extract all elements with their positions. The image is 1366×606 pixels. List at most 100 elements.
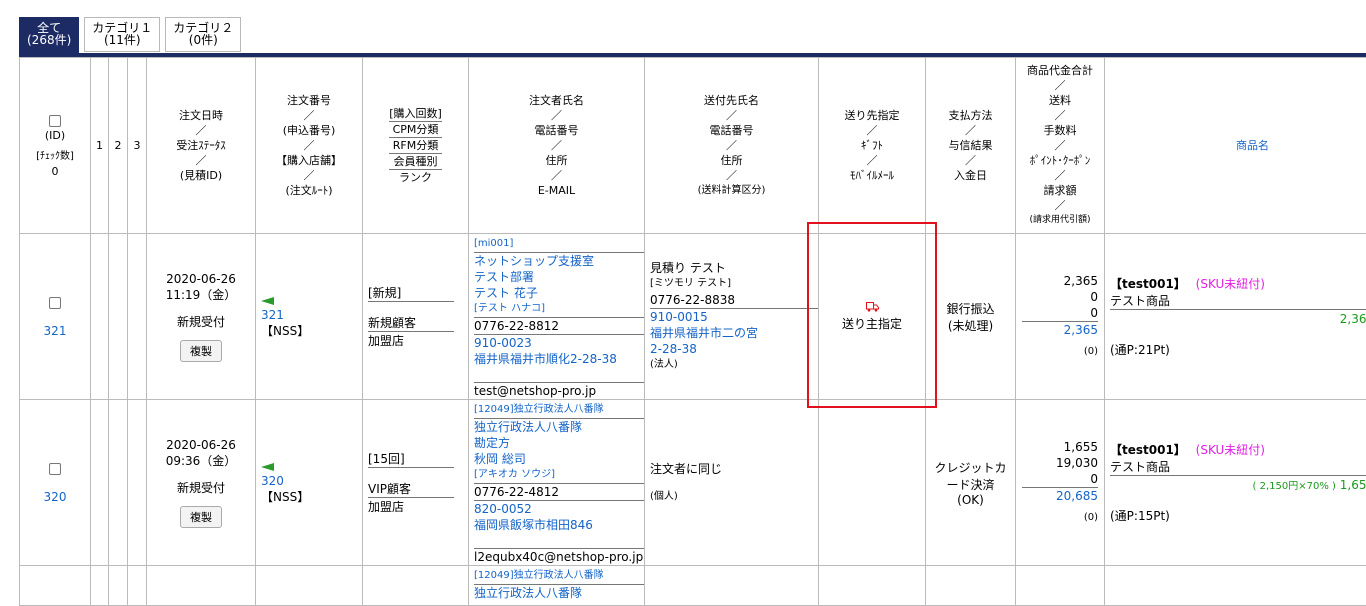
header-ship-spec: 送り先指定 ／ ｷﾞﾌﾄ ／ ﾓﾊﾞｲﾙﾒｰﾙ [819,58,926,234]
product-code: 【test001】 [1110,443,1186,457]
product-sku-status: (SKU未紐付) [1196,277,1265,291]
header-order-line: (注文ﾙｰﾄ) [256,183,362,198]
customer-dept-link[interactable]: テスト部署 [474,269,644,285]
customer-tel: 0776-22-8812 [474,318,644,335]
select-all-checkbox[interactable] [49,115,61,127]
ship-spec-value: 送り主指定 [819,315,925,332]
header-amount-line: 請求額 [1016,183,1104,198]
customer-address-link[interactable]: 福井県福井市順化2-28-38 [474,351,644,367]
order-date: 2020-06-26 [147,438,255,452]
order-no-link[interactable]: 321 [261,308,362,322]
tab-category-2[interactable]: カテゴリ２ (0件) [165,17,241,52]
tab-category-1-count: (11件) [92,34,152,46]
header-purchase-line: [購入回数] [389,106,442,122]
header-order-line: 【購入店舗】 [256,153,362,168]
customer-company-link[interactable]: ネットショップ支援室 [474,253,644,269]
header-amount-line: ／ [1016,138,1104,153]
header-amount-line: (請求用代引額) [1016,213,1104,228]
customer-cell: [12049]独立行政法人八番隊 独立行政法人八番隊 勘定方 秋岡 総司 [アキ… [469,400,645,566]
header-ship-line: 電話番号 [645,123,818,138]
header-amount-line: 送料 [1016,93,1104,108]
product-sku-status: (SKU未紐付) [1196,443,1265,457]
header-order-line: ／ [256,138,362,153]
customer-email: test@netshop-pro.jp [474,383,644,399]
row-checkbox[interactable] [49,463,61,475]
amount-cod: (0) [1016,510,1098,526]
header-purchase-line: 会員種別 [389,154,442,170]
customer-email: l2equbx40c@netshop-pro.jp [474,549,644,565]
customer-cell: [12049]独立行政法人八番隊 独立行政法人八番隊 [469,566,645,606]
customer-code-link[interactable]: [12049]独立行政法人八番隊 [474,402,644,419]
order-date-cell: 2020-06-26 09:36（金） 新規受付 複製 [147,400,256,566]
customer-address2 [474,533,644,549]
header-customer-line: E-MAIL [469,183,644,198]
member-rank: 加盟店 [368,332,454,349]
header-amount-line: 商品代金合計 [1016,63,1104,78]
customer-name-link[interactable]: テスト 花子 [474,285,644,301]
orders-table: (ID) [ﾁｪｯｸ数] 0 1 2 3 注文日時 ／ 受注ｽﾃｰﾀｽ ／ (見… [19,57,1366,606]
order-id-link[interactable]: 321 [20,324,90,338]
ship-type: (個人) [650,489,818,505]
ship-address-link[interactable]: 福井県福井市二の宮 [650,325,818,341]
header-purchase-line: CPM分類 [389,122,442,138]
tab-category-1[interactable]: カテゴリ１ (11件) [84,17,160,52]
customer-cell: [mi001] ネットショップ支援室 テスト部署 テスト 花子 [テスト ハナコ… [469,234,645,400]
header-amount-line: ／ [1016,108,1104,123]
amount-goods: 1,655 [1016,439,1098,455]
amount-goods: 2,365 [1016,273,1098,289]
header-date-line: ／ [147,153,255,168]
row-col-2 [109,400,128,566]
tab-category-2-count: (0件) [173,34,233,46]
customer-name-link[interactable]: 秋岡 総司 [474,451,644,467]
table-header: (ID) [ﾁｪｯｸ数] 0 1 2 3 注文日時 ／ 受注ｽﾃｰﾀｽ ／ (見… [20,58,1366,234]
order-id-link[interactable]: 320 [20,490,90,504]
header-spec-line: ｷﾞﾌﾄ [819,138,925,153]
customer-company-link[interactable]: 独立行政法人八番隊 [474,585,644,601]
tab-all-count: (268件) [27,34,71,46]
header-pay-line: 支払方法 [926,108,1015,123]
customer-zip-link[interactable]: 820-0052 [474,501,644,517]
ship-address2-link[interactable]: 2-28-38 [650,341,818,357]
customer-address2 [474,367,644,383]
table-row: 321 2020-06-26 11:19（金） 新規受付 複製 321 【NSS… [20,234,1366,400]
header-date-line: 受注ｽﾃｰﾀｽ [147,138,255,153]
customer-zip-link[interactable]: 910-0023 [474,335,644,351]
header-order-no: 注文番号 ／ (申込番号) ／ 【購入店舗】 ／ (注文ﾙｰﾄ) [256,58,363,234]
customer-code-link[interactable]: [mi001] [474,236,644,253]
row-checkbox[interactable] [49,297,61,309]
amount-cell: 1,655 19,030 0 20,685 (0) [1016,400,1105,566]
duplicate-button[interactable]: 複製 [180,506,222,528]
ship-to-cell: 注文者に同じ (個人) [645,400,819,566]
customer-address-link[interactable]: 福岡県飯塚市相田846 [474,517,644,533]
payment-cell: 銀行振込 (未処理) [926,234,1016,400]
customer-company-link[interactable]: 独立行政法人八番隊 [474,419,644,435]
customer-code-link[interactable]: [12049]独立行政法人八番隊 [474,568,644,585]
order-date-cell: 2020-06-26 11:19（金） 新規受付 複製 [147,234,256,400]
row-col-1 [91,400,109,566]
product-price: 2,365円 × [1110,310,1366,327]
product-points: (通P:15Pt) [1110,507,1366,524]
payment-method-cont: ード決済 [926,476,1015,493]
header-ship-line: (送料計算区分) [645,183,818,198]
duplicate-button[interactable]: 複製 [180,340,222,362]
header-amount-line: ／ [1016,78,1104,93]
header-product[interactable]: 商品名 [1105,58,1366,234]
ship-zip-link[interactable]: 910-0015 [650,309,818,325]
header-spec-line: ﾓﾊﾞｲﾙﾒｰﾙ [819,168,925,183]
tab-all[interactable]: 全て (268件) [19,17,79,53]
category-tabs: 全て (268件) カテゴリ１ (11件) カテゴリ２ (0件) [19,17,241,53]
header-date: 注文日時 ／ 受注ｽﾃｰﾀｽ ／ (見積ID) [147,58,256,234]
header-pay-line: ／ [926,153,1015,168]
purchase-cell: [15回] VIP顧客 加盟店 [363,400,469,566]
header-customer: 注文者氏名 ／ 電話番号 ／ 住所 ／ E-MAIL [469,58,645,234]
customer-dept-link[interactable]: 勘定方 [474,435,644,451]
header-select: (ID) [ﾁｪｯｸ数] 0 [20,58,91,234]
row-select-cell: 321 [20,234,91,400]
order-no-cell: 321 【NSS】 [256,234,363,400]
order-no-link[interactable]: 320 [261,474,362,488]
customer-kana-link[interactable]: [アキオカ ソウジ] [474,467,644,484]
header-date-line: 注文日時 [147,108,255,123]
order-time: 09:36（金） [147,452,255,469]
header-ship-line: ／ [645,138,818,153]
customer-kana-link[interactable]: [テスト ハナコ] [474,301,644,318]
